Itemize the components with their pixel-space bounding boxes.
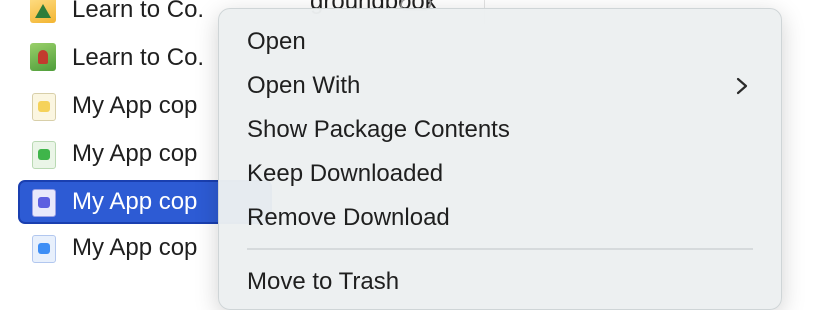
file-name: My App cop — [72, 188, 198, 215]
file-name: Learn to Co. — [72, 44, 205, 71]
menu-item-label: Open — [247, 28, 306, 55]
menu-item-keep-downloaded[interactable]: Keep Downloaded — [247, 156, 753, 192]
swift-playground-app-icon — [28, 91, 58, 121]
chevron-right-icon — [736, 77, 748, 95]
swift-playground-app-icon — [28, 139, 58, 169]
playground-book-icon — [28, 0, 58, 25]
menu-item-label: Open With — [247, 72, 361, 99]
menu-item-label: Move to Trash — [247, 268, 400, 295]
menu-item-label: Keep Downloaded — [247, 160, 444, 187]
file-name: My App cop — [72, 92, 198, 119]
menu-item-remove-download[interactable]: Remove Download — [247, 200, 753, 236]
file-name: My App cop — [72, 234, 198, 261]
menu-item-show-package-contents[interactable]: Show Package Contents — [247, 112, 753, 148]
menu-item-label: Show Package Contents — [247, 116, 510, 143]
swift-playground-app-icon — [28, 187, 58, 217]
context-menu: Open Open With Show Package Contents Kee… — [218, 8, 782, 310]
file-name: My App cop — [72, 140, 198, 167]
menu-item-open[interactable]: Open — [247, 24, 753, 60]
swift-playground-app-icon — [28, 233, 58, 263]
menu-separator — [247, 248, 753, 250]
menu-item-open-with[interactable]: Open With — [247, 68, 753, 104]
file-name: Learn to Co. — [72, 0, 205, 23]
playground-book-icon — [28, 43, 58, 73]
menu-item-label: Remove Download — [247, 204, 450, 231]
menu-item-move-to-trash[interactable]: Move to Trash — [247, 264, 753, 300]
